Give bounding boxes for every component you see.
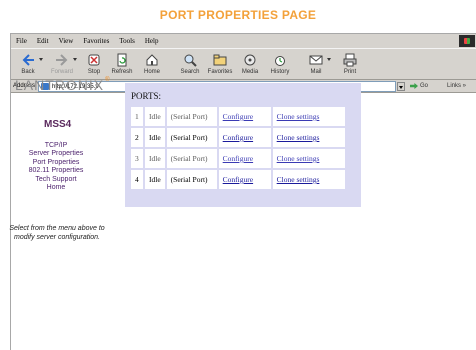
- table-row: 1 Idle (Serial Port) Configure Clone set…: [131, 107, 345, 126]
- configure-link[interactable]: Configure: [223, 175, 253, 184]
- menu-file[interactable]: File: [11, 37, 32, 45]
- menu-bar: File Edit View Favorites Tools Help: [11, 34, 476, 48]
- go-arrow-icon: [410, 83, 418, 89]
- configure-link[interactable]: Configure: [223, 133, 253, 142]
- nav-link-server-properties[interactable]: Server Properties: [6, 150, 106, 158]
- favorites-button[interactable]: Favorites: [205, 51, 235, 79]
- configure-link[interactable]: Configure: [223, 154, 253, 163]
- history-icon: [275, 56, 285, 66]
- history-button[interactable]: History: [265, 51, 295, 79]
- nav-link-tcpip[interactable]: TCP/IP: [6, 142, 106, 150]
- media-button[interactable]: Media: [235, 51, 265, 79]
- ports-title: PORTS:: [131, 91, 161, 101]
- clone-settings-link[interactable]: Clone settings: [277, 175, 320, 184]
- browser-toolbar: Back Forward Stop Refresh Home Search Fa…: [11, 48, 476, 80]
- clone-settings-link[interactable]: Clone settings: [277, 154, 320, 163]
- port-type: (Serial Port): [166, 128, 217, 147]
- ports-panel: PORTS: 1 Idle (Serial Port) Configure Cl…: [125, 83, 361, 207]
- back-button[interactable]: Back: [13, 51, 43, 79]
- nav-link-tech-support[interactable]: Tech Support: [6, 176, 106, 184]
- menu-tools[interactable]: Tools: [114, 37, 139, 45]
- windows-logo-icon: [459, 35, 475, 47]
- print-button[interactable]: Print: [335, 51, 365, 79]
- clone-settings-link[interactable]: Clone settings: [277, 133, 320, 142]
- port-state: Idle: [145, 170, 165, 189]
- go-button[interactable]: Go: [410, 83, 428, 89]
- port-type: (Serial Port): [166, 107, 217, 126]
- favorites-icon: [213, 54, 227, 66]
- links-button[interactable]: Links »: [447, 83, 466, 89]
- stop-button[interactable]: Stop: [79, 51, 109, 79]
- page-heading: PORT PROPERTIES PAGE: [159, 8, 317, 22]
- nav-link-home[interactable]: Home: [6, 184, 106, 192]
- table-row: 4 Idle (Serial Port) Configure Clone set…: [131, 170, 345, 189]
- mail-button[interactable]: Mail: [301, 51, 331, 79]
- address-dropdown-button[interactable]: [397, 82, 405, 91]
- port-number: 4: [131, 170, 143, 189]
- clone-cell: Clone settings: [272, 128, 345, 147]
- home-button[interactable]: Home: [137, 51, 167, 79]
- media-icon: [244, 54, 256, 66]
- clone-cell: Clone settings: [272, 149, 345, 168]
- sidebar-nav: TCP/IP Server Properties Port Properties…: [6, 142, 106, 192]
- configure-cell: Configure: [218, 107, 271, 126]
- clone-cell: Clone settings: [272, 107, 345, 126]
- configure-cell: Configure: [218, 149, 271, 168]
- refresh-button[interactable]: Refresh: [107, 51, 137, 79]
- mail-icon: [309, 55, 323, 65]
- refresh-icon: [117, 53, 127, 67]
- menu-favorites[interactable]: Favorites: [78, 37, 114, 45]
- table-row: 3 Idle (Serial Port) Configure Clone set…: [131, 149, 345, 168]
- port-number: 1: [131, 107, 143, 126]
- port-type: (Serial Port): [166, 149, 217, 168]
- port-state: Idle: [145, 107, 165, 126]
- help-text: Select from the menu above to modify ser…: [9, 225, 105, 241]
- model-name: MSS4: [44, 119, 72, 130]
- configure-cell: Configure: [218, 128, 271, 147]
- menu-view[interactable]: View: [54, 37, 79, 45]
- lantronix-logo: LANTRONIX®: [15, 77, 111, 93]
- configure-cell: Configure: [218, 170, 271, 189]
- port-type: (Serial Port): [166, 170, 217, 189]
- table-row: 2 Idle (Serial Port) Configure Clone set…: [131, 128, 345, 147]
- stop-icon: [88, 54, 100, 66]
- back-arrow-icon: [22, 54, 34, 66]
- nav-link-port-properties[interactable]: Port Properties: [6, 159, 106, 167]
- nav-link-80211-properties[interactable]: 802.11 Properties: [6, 167, 106, 175]
- search-button[interactable]: Search: [175, 51, 205, 79]
- menu-help[interactable]: Help: [140, 37, 164, 45]
- configure-link[interactable]: Configure: [223, 112, 253, 121]
- port-state: Idle: [145, 149, 165, 168]
- forward-arrow-icon: [56, 54, 68, 66]
- menu-edit[interactable]: Edit: [32, 37, 54, 45]
- clone-settings-link[interactable]: Clone settings: [277, 112, 320, 121]
- port-number: 2: [131, 128, 143, 147]
- clone-cell: Clone settings: [272, 170, 345, 189]
- home-icon: [146, 54, 158, 66]
- port-number: 3: [131, 149, 143, 168]
- ports-table: 1 Idle (Serial Port) Configure Clone set…: [129, 105, 347, 191]
- forward-button[interactable]: Forward: [47, 51, 77, 79]
- print-icon: [343, 53, 357, 67]
- search-icon: [184, 54, 197, 67]
- port-state: Idle: [145, 128, 165, 147]
